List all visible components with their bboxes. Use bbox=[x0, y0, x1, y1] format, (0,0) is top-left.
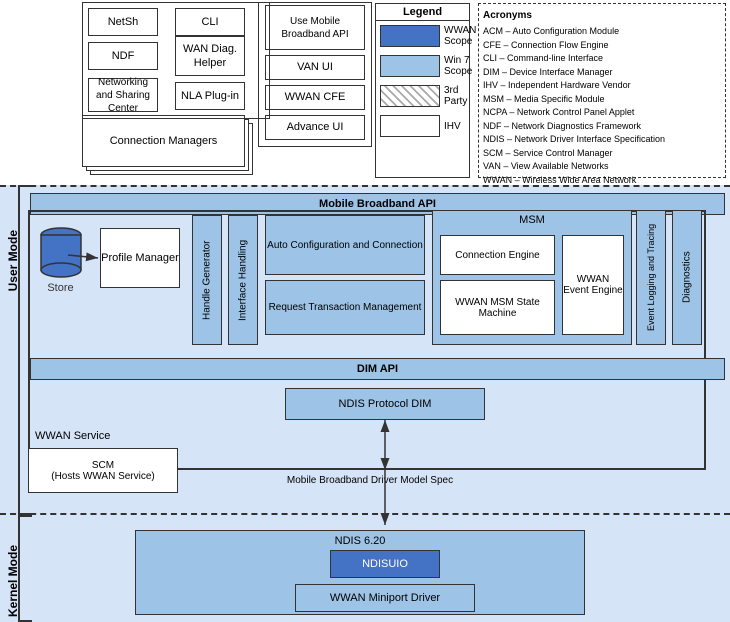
msm-title: MSM bbox=[433, 211, 631, 229]
scm-box: SCM (Hosts WWAN Service) bbox=[28, 448, 178, 493]
acronym-dim: DIM – Device Interface Manager bbox=[483, 66, 721, 80]
acronyms-title: Acronyms bbox=[483, 8, 721, 23]
win7-label: Win 7 Scope bbox=[444, 55, 472, 77]
user-mode-bracket bbox=[18, 185, 32, 515]
profile-manager-box: Profile Manager bbox=[100, 228, 180, 288]
req-transaction-box: Request Transaction Management bbox=[265, 280, 425, 335]
store-container: Store bbox=[28, 225, 93, 305]
win7-swatch bbox=[380, 55, 440, 77]
ndis620-title: NDIS 6.20 bbox=[136, 531, 584, 551]
acronym-scm: SCM – Service Control Manager bbox=[483, 147, 721, 161]
interface-handling-box: Interface Handling bbox=[228, 215, 258, 345]
event-logging-box: Event Logging and Tracing bbox=[636, 210, 666, 345]
acronym-ncpa: NCPA – Network Control Panel Applet bbox=[483, 106, 721, 120]
wwan-miniport-box: WWAN Miniport Driver bbox=[295, 584, 475, 612]
connection-managers-box: Connection Managers bbox=[82, 115, 245, 167]
legend-item-win7: Win 7 Scope bbox=[376, 51, 469, 81]
legend-item-wwan: WWAN Scope bbox=[376, 21, 469, 51]
legend-title: Legend bbox=[376, 4, 469, 21]
acronym-van: VAN – View Available Networks bbox=[483, 160, 721, 174]
auto-config-box: Auto Configuration and Connection bbox=[265, 215, 425, 275]
dim-api-label: DIM API bbox=[30, 358, 725, 380]
wwan-service-label: WWAN Service bbox=[35, 430, 110, 442]
acronym-ndf: NDF – Network Diagnostics Framework bbox=[483, 120, 721, 134]
ihv-swatch bbox=[380, 115, 440, 137]
acronym-ndis: NDIS – Network Driver Interface Specific… bbox=[483, 133, 721, 147]
connection-engine-box: Connection Engine bbox=[440, 235, 555, 275]
legend-item-ihv: IHV bbox=[376, 111, 469, 141]
acronym-cfe: CFE – Connection Flow Engine bbox=[483, 39, 721, 53]
top-tools-border2 bbox=[258, 2, 372, 147]
legend-item-3rdparty: 3rd Party bbox=[376, 81, 469, 111]
3rdparty-label: 3rd Party bbox=[444, 85, 467, 107]
3rdparty-swatch bbox=[380, 85, 440, 107]
mobile-driver-label: Mobile Broadband Driver Model Spec bbox=[260, 475, 480, 486]
top-tools-border bbox=[82, 2, 270, 119]
ihv-label: IHV bbox=[444, 121, 461, 132]
kernel-mode-bracket bbox=[18, 515, 32, 622]
wwan-label: WWAN Scope bbox=[444, 25, 476, 47]
acronym-ihv: IHV – Independent Hardware Vendor bbox=[483, 79, 721, 93]
diagram-container: User Mode Kernel Mode NetSh CLI NDF WAN … bbox=[0, 0, 730, 622]
diagnostics-box: Diagnostics bbox=[672, 210, 702, 345]
acronym-cli: CLI – Command-line Interface bbox=[483, 52, 721, 66]
acronyms-box: Acronyms ACM – Auto Configuration Module… bbox=[478, 3, 726, 178]
store-label: Store bbox=[47, 282, 73, 294]
wwan-msm-box: WWAN MSM State Machine bbox=[440, 280, 555, 335]
acronym-wwan: WWAN – Wireless Wide Area Network bbox=[483, 174, 721, 188]
acronym-acm: ACM – Auto Configuration Module bbox=[483, 25, 721, 39]
wwan-swatch bbox=[380, 25, 440, 47]
ndisuio-box: NDISUIO bbox=[330, 550, 440, 578]
wwan-event-box: WWAN Event Engine bbox=[562, 235, 624, 335]
store-cylinder-svg bbox=[39, 225, 83, 280]
legend-box: Legend WWAN Scope Win 7 Scope 3rd Party … bbox=[375, 3, 470, 178]
acronym-msm: MSM – Media Specific Module bbox=[483, 93, 721, 107]
handle-generator-box: Handle Generator bbox=[192, 215, 222, 345]
ndis-protocol-box: NDIS Protocol DIM bbox=[285, 388, 485, 420]
connection-managers-group: Connection Managers bbox=[82, 115, 257, 183]
